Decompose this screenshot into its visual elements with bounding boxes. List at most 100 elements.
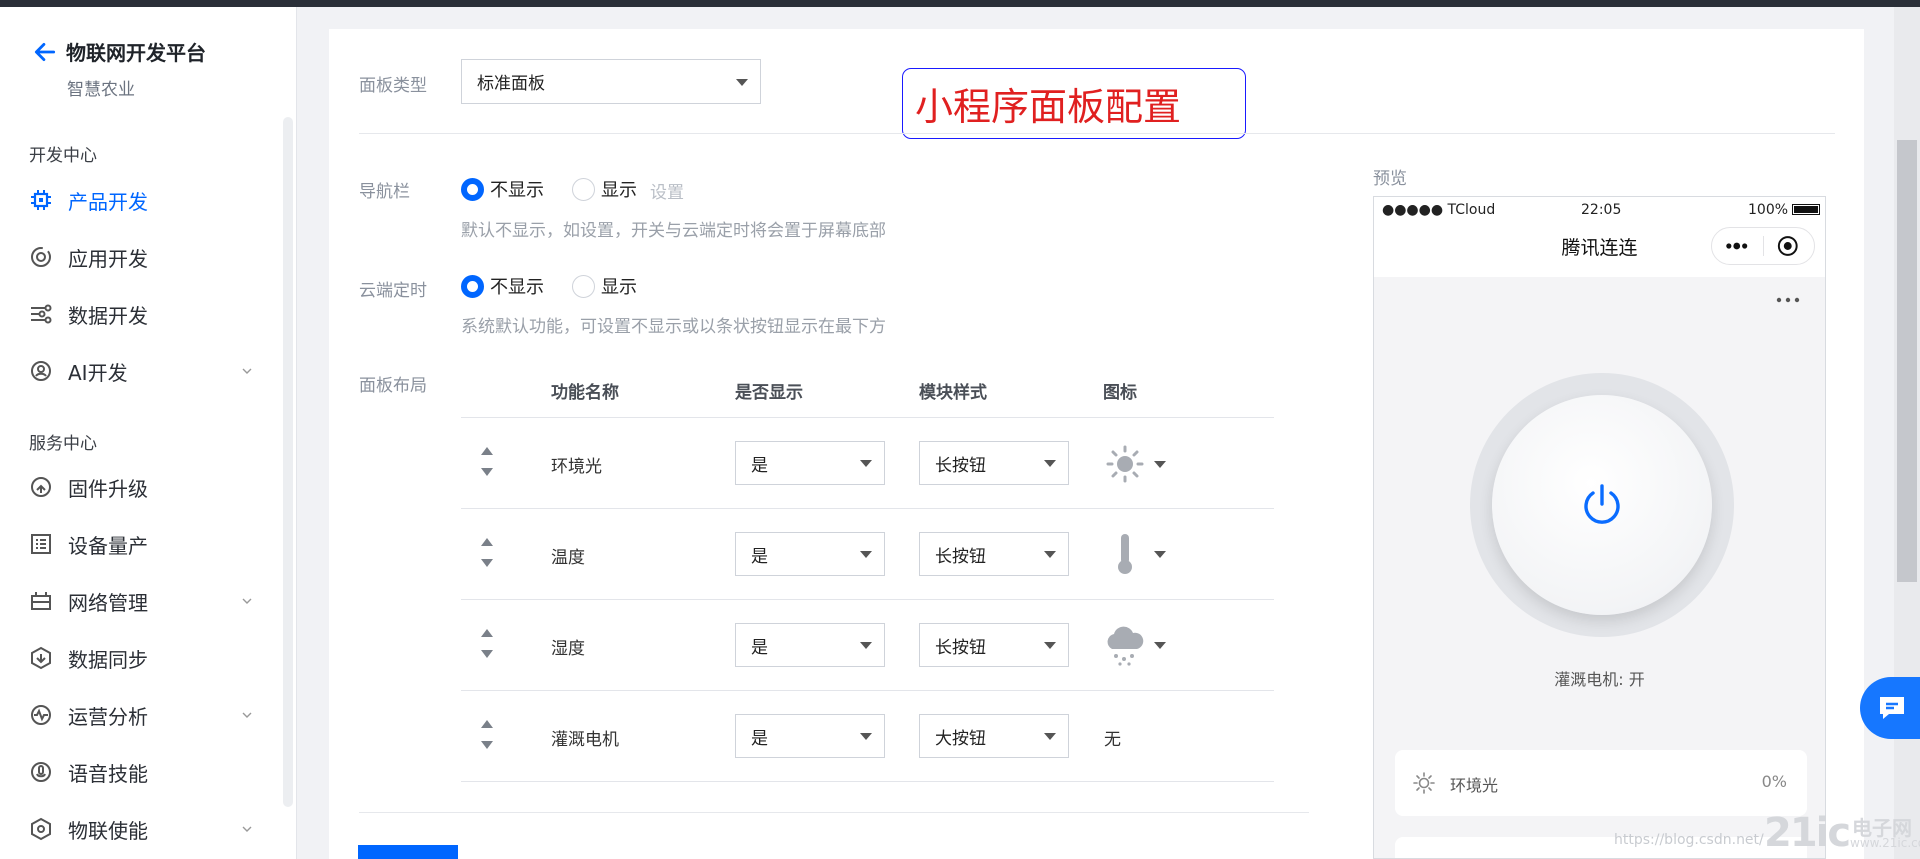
navbar-hint: 默认不显示，如设置，开关与云端定时将会置于屏幕底部	[461, 221, 886, 241]
preview-label: 预览	[1373, 169, 1407, 189]
sort-handle[interactable]	[481, 447, 495, 476]
sidebar-item-mass-production[interactable]: 设备量产	[28, 526, 253, 562]
row-icon-picker[interactable]	[1104, 532, 1166, 576]
radio-label: 不显示	[490, 277, 544, 298]
miniprogram-capsule	[1711, 227, 1815, 265]
cloud-timer-label: 云端定时	[359, 281, 427, 301]
sidebar-item-label: AI开发	[68, 360, 128, 385]
sidebar-scrollbar[interactable]	[283, 117, 293, 807]
panel-type-value: 标准面板	[477, 74, 545, 94]
sort-handle[interactable]	[481, 538, 495, 567]
navbar-label: 导航栏	[359, 182, 410, 202]
row-function-name: 环境光	[551, 457, 602, 477]
power-button[interactable]	[1492, 395, 1712, 615]
timer-radio-show[interactable]: 显示	[572, 273, 637, 299]
navbar-radio-hide[interactable]: 不显示	[461, 176, 544, 202]
caret-down-icon	[860, 733, 872, 740]
sidebar-item-data-sync[interactable]: 数据同步	[28, 640, 253, 676]
row-style-select[interactable]: 长按钮	[919, 532, 1069, 576]
table-divider	[461, 690, 1274, 691]
more-horizontal-icon[interactable]	[1776, 295, 1800, 305]
caret-down-icon	[736, 78, 748, 86]
table-divider	[461, 599, 1274, 600]
carrier: ●●●●● TCloud	[1382, 202, 1496, 218]
sort-up-icon[interactable]	[481, 720, 493, 728]
row-visible-select[interactable]: 是	[735, 441, 885, 485]
row-icon-picker[interactable]	[1104, 623, 1166, 667]
panel-layout-label: 面板布局	[359, 376, 427, 396]
sort-up-icon[interactable]	[481, 629, 493, 637]
panel-type-label: 面板类型	[359, 76, 427, 96]
sidebar-item-product-dev[interactable]: 产品开发	[28, 182, 253, 218]
caret-down-icon	[1154, 550, 1166, 558]
chevron-down-icon	[242, 368, 252, 374]
row-style-select[interactable]: 长按钮	[919, 441, 1069, 485]
sidebar-item-voice-skill[interactable]: 语音技能	[28, 754, 253, 790]
platform-title: 物联网开发平台	[66, 41, 206, 65]
thermometer-icon	[1118, 534, 1132, 574]
panel-type-select[interactable]: 标准面板	[461, 59, 761, 104]
table-divider	[461, 781, 1274, 782]
sidebar: 物联网开发平台 智慧农业 开发中心 产品开发 应用开发 数据开发 AI开发 服务…	[0, 7, 297, 859]
sidebar-item-firmware[interactable]: 固件升级	[28, 469, 253, 505]
close-miniprogram-icon[interactable]	[1763, 234, 1814, 258]
sidebar-item-app-dev[interactable]: 应用开发	[28, 239, 253, 275]
navbar-settings-link[interactable]: 设置	[650, 178, 684, 203]
sun-icon	[1106, 445, 1144, 483]
row-visible-select[interactable]: 是	[735, 714, 885, 758]
more-dots-icon[interactable]	[1712, 236, 1763, 256]
sort-down-icon[interactable]	[481, 468, 493, 476]
select-value: 是	[751, 455, 768, 476]
row-style-select[interactable]: 长按钮	[919, 623, 1069, 667]
select-value: 长按钮	[935, 637, 986, 658]
sensor-card-light[interactable]: 环境光 0%	[1395, 750, 1807, 816]
chat-button[interactable]	[1860, 677, 1920, 739]
col-header-name: 功能名称	[551, 383, 619, 403]
sidebar-item-iot-enable[interactable]: 物联使能	[28, 811, 253, 847]
network-icon	[28, 588, 54, 614]
sort-handle[interactable]	[481, 720, 495, 749]
table-divider	[461, 417, 1274, 418]
timer-radio-hide[interactable]: 不显示	[461, 273, 544, 299]
row-style-select[interactable]: 大按钮	[919, 714, 1069, 758]
sun-icon	[1413, 772, 1435, 794]
sidebar-item-ai-dev[interactable]: AI开发	[28, 353, 253, 389]
watermark-logo: 21ic	[1764, 810, 1851, 856]
power-knob[interactable]	[1470, 373, 1734, 637]
select-value: 长按钮	[935, 546, 986, 567]
caret-down-icon	[1154, 641, 1166, 649]
sidebar-item-label: 语音技能	[68, 761, 148, 786]
caret-down-icon	[1154, 460, 1166, 468]
divider	[359, 133, 1835, 134]
rain-cloud-icon	[1107, 626, 1144, 666]
ai-icon	[28, 358, 54, 384]
sort-handle[interactable]	[481, 629, 495, 658]
sliders-icon	[28, 301, 54, 327]
sort-down-icon[interactable]	[481, 559, 493, 567]
sort-down-icon[interactable]	[481, 741, 493, 749]
row-function-name: 温度	[551, 548, 585, 568]
caret-down-icon	[1044, 460, 1056, 467]
radio-checked-icon	[461, 274, 484, 298]
chip-icon	[28, 187, 54, 213]
sidebar-item-data-dev[interactable]: 数据开发	[28, 296, 253, 332]
save-button[interactable]	[358, 845, 458, 859]
motor-status: 灌溉电机: 开	[1554, 670, 1645, 689]
row-visible-select[interactable]: 是	[735, 623, 885, 667]
sort-down-icon[interactable]	[481, 650, 493, 658]
page-scrollbar-thumb[interactable]	[1897, 140, 1917, 582]
window-top-border	[0, 0, 1920, 7]
row-function-name: 湿度	[551, 639, 585, 659]
arrow-left-icon[interactable]	[32, 39, 58, 65]
sidebar-item-network[interactable]: 网络管理	[28, 583, 253, 619]
sidebar-item-ops-analysis[interactable]: 运营分析	[28, 697, 253, 733]
sort-up-icon[interactable]	[481, 447, 493, 455]
radio-label: 显示	[601, 277, 637, 298]
row-visible-select[interactable]: 是	[735, 532, 885, 576]
sort-up-icon[interactable]	[481, 538, 493, 546]
navbar-radio-show[interactable]: 显示	[572, 176, 637, 202]
row-icon-picker[interactable]	[1104, 444, 1166, 484]
table-divider	[461, 508, 1274, 509]
sidebar-item-label: 应用开发	[68, 246, 148, 271]
phone-preview: ●●●●● TCloud 22:05 100% 腾讯连连 灌溉电机: 开 环境光…	[1373, 196, 1826, 859]
